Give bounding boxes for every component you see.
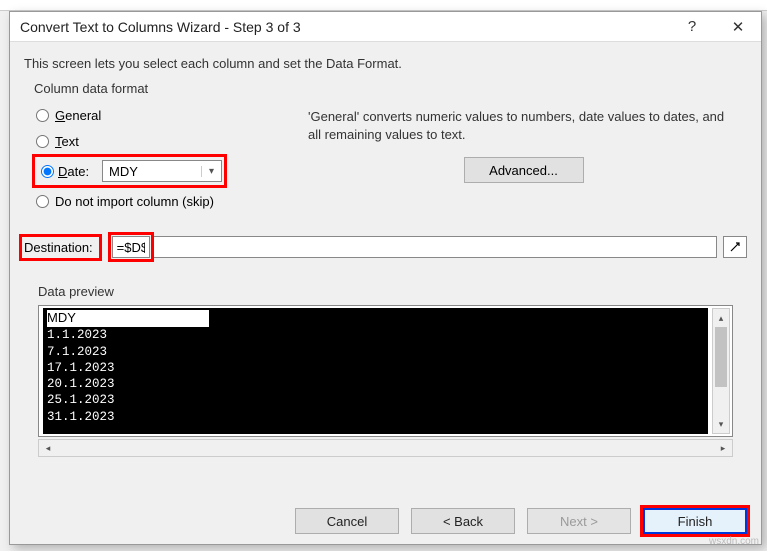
preview-label: Data preview bbox=[38, 284, 747, 299]
destination-row: Destination: bbox=[24, 232, 747, 262]
cancel-button[interactable]: Cancel bbox=[295, 508, 399, 534]
vertical-scrollbar[interactable]: ▴ ▾ bbox=[712, 308, 730, 434]
help-button[interactable]: ? bbox=[669, 12, 715, 42]
range-picker-button[interactable] bbox=[723, 236, 747, 258]
radio-skip-input[interactable] bbox=[36, 195, 49, 208]
dialog-body: This screen lets you select each column … bbox=[10, 42, 761, 494]
radio-general-input[interactable] bbox=[36, 109, 49, 122]
format-description-column: 'General' converts numeric values to num… bbox=[282, 102, 739, 183]
radio-skip[interactable]: Do not import column (skip) bbox=[32, 188, 282, 214]
scroll-up-icon[interactable]: ▴ bbox=[713, 309, 729, 327]
button-row: Cancel < Back Next > Finish bbox=[10, 494, 761, 544]
radio-text-input[interactable] bbox=[36, 135, 49, 148]
close-button[interactable]: ✕ bbox=[715, 12, 761, 42]
preview-content: MDY 1.1.2023 7.1.2023 17.1.2023 20.1.202… bbox=[43, 308, 708, 434]
instruction-text: This screen lets you select each column … bbox=[24, 56, 747, 71]
scroll-down-icon[interactable]: ▾ bbox=[713, 415, 729, 433]
watermark: wsxdn.com bbox=[709, 536, 759, 547]
radio-list: General Text Date: MDY ▾ bbox=[32, 102, 282, 214]
scroll-left-icon[interactable]: ◂ bbox=[39, 443, 57, 454]
radio-date-input[interactable] bbox=[41, 165, 54, 178]
wizard-dialog: Convert Text to Columns Wizard - Step 3 … bbox=[9, 11, 762, 545]
destination-input[interactable] bbox=[112, 236, 150, 258]
scroll-thumb[interactable] bbox=[715, 327, 727, 387]
radio-date-label: ate: bbox=[67, 164, 89, 179]
finish-button[interactable]: Finish bbox=[643, 508, 747, 534]
horizontal-scrollbar[interactable]: ◂ ▸ bbox=[38, 439, 733, 457]
radio-general[interactable]: General bbox=[32, 102, 282, 128]
advanced-label: dvanced... bbox=[498, 163, 558, 178]
date-format-combo[interactable]: MDY ▾ bbox=[102, 160, 222, 182]
radio-text[interactable]: Text bbox=[32, 128, 282, 154]
group-title: Column data format bbox=[32, 81, 739, 96]
radio-text-label: ext bbox=[62, 134, 79, 149]
column-data-format-group: Column data format General Text Date: bbox=[24, 81, 747, 222]
format-description: 'General' converts numeric values to num… bbox=[308, 108, 739, 143]
next-button: Next > bbox=[527, 508, 631, 534]
date-format-value: MDY bbox=[103, 164, 201, 179]
destination-input-extend[interactable] bbox=[154, 236, 717, 258]
back-button[interactable]: < Back bbox=[411, 508, 515, 534]
app-ribbon-bg bbox=[0, 0, 767, 11]
dialog-title: Convert Text to Columns Wizard - Step 3 … bbox=[20, 19, 669, 35]
scroll-right-icon[interactable]: ▸ bbox=[714, 443, 732, 454]
radio-skip-label: Do not import column (skip) bbox=[55, 194, 214, 209]
range-picker-icon bbox=[729, 241, 741, 253]
data-preview: MDY 1.1.2023 7.1.2023 17.1.2023 20.1.202… bbox=[38, 305, 733, 437]
advanced-button[interactable]: Advanced... bbox=[464, 157, 584, 183]
titlebar: Convert Text to Columns Wizard - Step 3 … bbox=[10, 12, 761, 42]
chevron-down-icon[interactable]: ▾ bbox=[201, 166, 221, 177]
radio-date[interactable]: Date: MDY ▾ bbox=[37, 158, 222, 184]
radio-general-label: eneral bbox=[65, 108, 101, 123]
